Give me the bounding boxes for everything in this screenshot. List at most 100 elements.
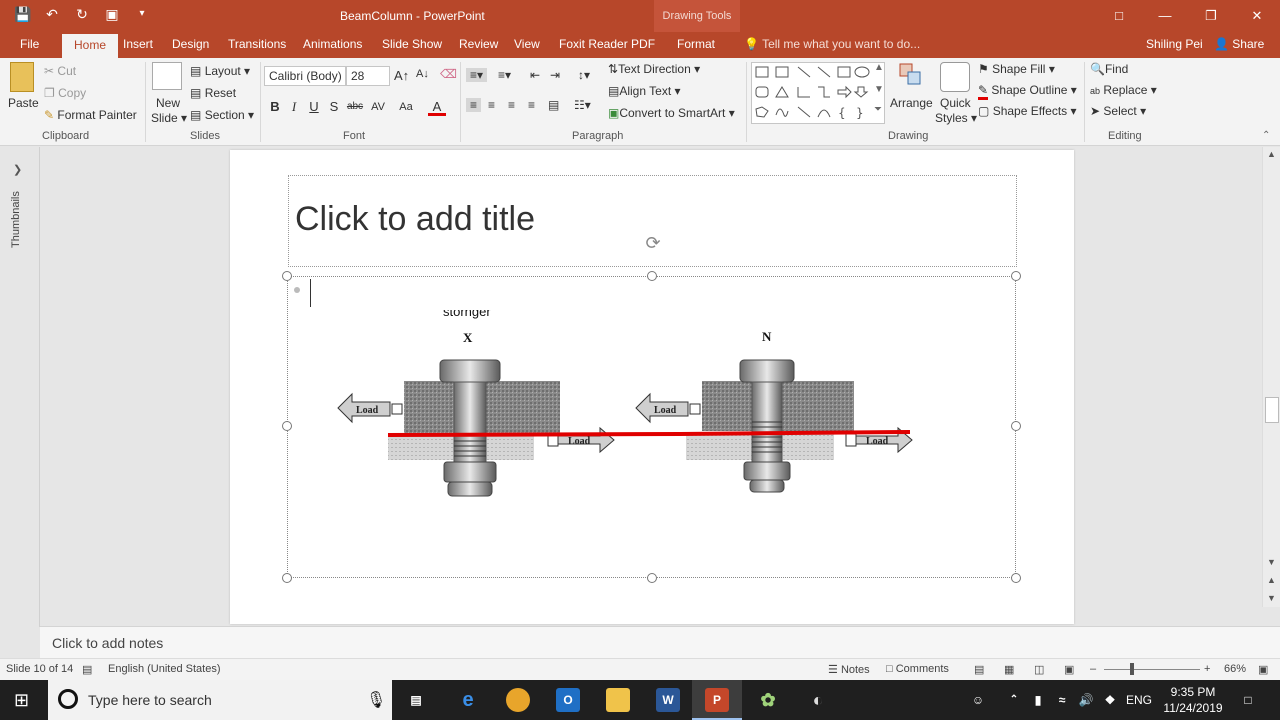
notes-toggle[interactable]: ☰ Notes <box>828 663 870 676</box>
arrange-button[interactable]: Arrange <box>890 96 933 110</box>
resize-handle[interactable] <box>282 573 292 583</box>
customize-qat-icon[interactable]: ▾ <box>134 6 150 22</box>
tab-view[interactable]: View <box>514 37 540 51</box>
char-spacing-icon[interactable]: AV <box>369 98 387 116</box>
zoom-slider[interactable] <box>1104 669 1200 670</box>
layout-button[interactable]: ▤ Layout ▾ <box>190 64 250 78</box>
zoom-in-icon[interactable]: + <box>1204 663 1210 675</box>
gallery-more-icon[interactable]: ⏷ <box>874 104 882 115</box>
justify-icon[interactable]: ≡ <box>528 98 535 112</box>
resize-handle[interactable] <box>1011 271 1021 281</box>
show-hidden-icons[interactable]: ⌃ <box>1002 688 1026 712</box>
resize-handle[interactable] <box>282 421 292 431</box>
powerpoint-icon[interactable]: P <box>705 688 729 712</box>
text-direction-button[interactable]: ⇅Text Direction ▾ <box>608 62 700 76</box>
next-slide-icon[interactable]: ▼ <box>1267 593 1276 603</box>
decrease-indent-icon[interactable]: ⇤ <box>530 68 540 82</box>
section-button[interactable]: ▤ Section ▾ <box>190 108 254 122</box>
tab-transitions[interactable]: Transitions <box>228 37 286 51</box>
zoom-slider-thumb[interactable] <box>1130 663 1134 675</box>
notes-pane[interactable]: Click to add notes <box>40 626 1280 658</box>
microphone-icon[interactable]: 🎙 <box>366 690 386 710</box>
people-icon[interactable]: ☺ <box>966 688 990 712</box>
new-slide-dropdown[interactable]: Slide ▾ <box>151 111 187 125</box>
system-clock[interactable]: 9:35 PM 11/24/2019 <box>1160 684 1226 716</box>
tab-home[interactable]: Home <box>62 34 119 58</box>
reset-button[interactable]: ▤ Reset <box>190 86 236 100</box>
action-center-icon[interactable]: □ <box>1236 688 1260 712</box>
shape-outline-button[interactable]: ✎ Shape Outline ▾ <box>978 83 1077 100</box>
comments-toggle[interactable]: □ Comments <box>886 663 949 675</box>
tab-file[interactable]: File <box>20 37 39 51</box>
italic-icon[interactable]: I <box>285 98 303 116</box>
resize-handle[interactable] <box>282 271 292 281</box>
bullets-icon[interactable]: ≡▾ <box>466 68 488 82</box>
select-button[interactable]: ➤ Select ▾ <box>1090 104 1146 118</box>
increase-indent-icon[interactable]: ⇥ <box>550 68 560 82</box>
close-icon[interactable]: ✕ <box>1234 0 1280 32</box>
expand-thumbnails-icon[interactable]: ❯ <box>13 163 22 176</box>
tab-foxit[interactable]: Foxit Reader PDF <box>559 37 655 51</box>
numbering-icon[interactable]: ≡▾ <box>498 68 511 82</box>
previous-slide-icon[interactable]: ▲ <box>1267 575 1276 585</box>
change-case-icon[interactable]: Aa <box>397 98 415 116</box>
minimize-icon[interactable]: — <box>1142 0 1188 32</box>
share-button[interactable]: 👤 Share <box>1214 37 1264 51</box>
rotate-handle-icon[interactable]: ⟳ <box>642 232 664 254</box>
shrink-font-icon[interactable]: A↓ <box>416 68 429 80</box>
scroll-up-icon[interactable]: ▲ <box>1267 149 1276 159</box>
slide-show-icon[interactable]: ▣ <box>1064 663 1074 676</box>
bolt-diagram[interactable]: Load Load Load Load stornger X N <box>330 310 930 510</box>
quick-styles-label-1[interactable]: Quick <box>940 96 971 110</box>
tab-animations[interactable]: Animations <box>303 37 362 51</box>
user-name[interactable]: Shiling Pei <box>1146 37 1203 51</box>
zoom-out-icon[interactable]: – <box>1090 663 1096 675</box>
scroll-down-icon[interactable]: ▼ <box>1267 557 1276 567</box>
wifi-icon[interactable]: ≈ <box>1050 688 1074 712</box>
slide-sorter-icon[interactable]: ▦ <box>1004 663 1014 676</box>
taskbar-search[interactable]: Type here to search 🎙 <box>48 680 392 720</box>
gallery-scroll-up-icon[interactable]: ▲ <box>874 62 884 73</box>
scroll-thumb[interactable] <box>1265 397 1279 423</box>
word-icon[interactable]: W <box>656 688 680 712</box>
battery-icon[interactable]: ▮ <box>1026 688 1050 712</box>
volume-icon[interactable]: 🔊 <box>1074 688 1098 712</box>
underline-icon[interactable]: U <box>305 98 323 116</box>
clear-formatting-icon[interactable]: ⌫ <box>440 67 457 81</box>
language-indicator[interactable]: English (United States) <box>108 663 221 675</box>
align-center-icon[interactable]: ≡ <box>488 98 495 112</box>
file-explorer-icon[interactable] <box>606 688 630 712</box>
align-text-button[interactable]: ▤Align Text ▾ <box>608 84 681 98</box>
resize-handle[interactable] <box>647 271 657 281</box>
redo-icon[interactable]: ↻ <box>74 6 90 22</box>
tab-slide-show[interactable]: Slide Show <box>382 37 442 51</box>
collapse-ribbon-icon[interactable]: ⌃ <box>1262 130 1270 141</box>
ribbon-display-icon[interactable]: □ <box>1096 0 1142 32</box>
restore-icon[interactable]: ❐ <box>1188 0 1234 32</box>
align-right-icon[interactable]: ≡ <box>508 98 515 112</box>
tab-insert[interactable]: Insert <box>123 37 153 51</box>
convert-smartart-button[interactable]: ▣Convert to SmartArt ▾ <box>608 106 735 120</box>
shapes-gallery[interactable]: { } <box>751 62 885 124</box>
copy-button[interactable]: ❐ Copy <box>44 86 86 100</box>
find-button[interactable]: 🔍Find <box>1090 62 1128 76</box>
dropbox-icon[interactable]: ❖ <box>1098 688 1122 712</box>
resize-handle[interactable] <box>1011 573 1021 583</box>
shadow-icon[interactable]: S <box>325 98 343 116</box>
paint-app-icon[interactable]: ✿ <box>756 688 780 712</box>
grow-font-icon[interactable]: A↑ <box>394 68 409 83</box>
font-color-icon[interactable]: A <box>428 98 446 116</box>
zoom-level[interactable]: 66% <box>1224 663 1246 675</box>
slide-canvas[interactable]: Click to add title ⟳ Load Load Load Load… <box>230 150 1074 624</box>
present-icon[interactable]: ▣ <box>104 6 120 22</box>
input-language[interactable]: ENG <box>1126 693 1152 707</box>
windows-start-icon[interactable]: ⊞ <box>14 690 29 710</box>
gallery-scroll-down-icon[interactable]: ▼ <box>874 84 884 95</box>
reading-view-icon[interactable]: ◫ <box>1034 663 1044 676</box>
edge-icon[interactable]: e <box>456 688 480 712</box>
replace-button[interactable]: ab Replace ▾ <box>1090 83 1157 97</box>
outlook-icon[interactable]: O <box>556 688 580 712</box>
shape-effects-button[interactable]: ▢ Shape Effects ▾ <box>978 104 1077 118</box>
chrome-icon[interactable] <box>506 688 530 712</box>
save-icon[interactable]: 💾 <box>14 6 31 22</box>
